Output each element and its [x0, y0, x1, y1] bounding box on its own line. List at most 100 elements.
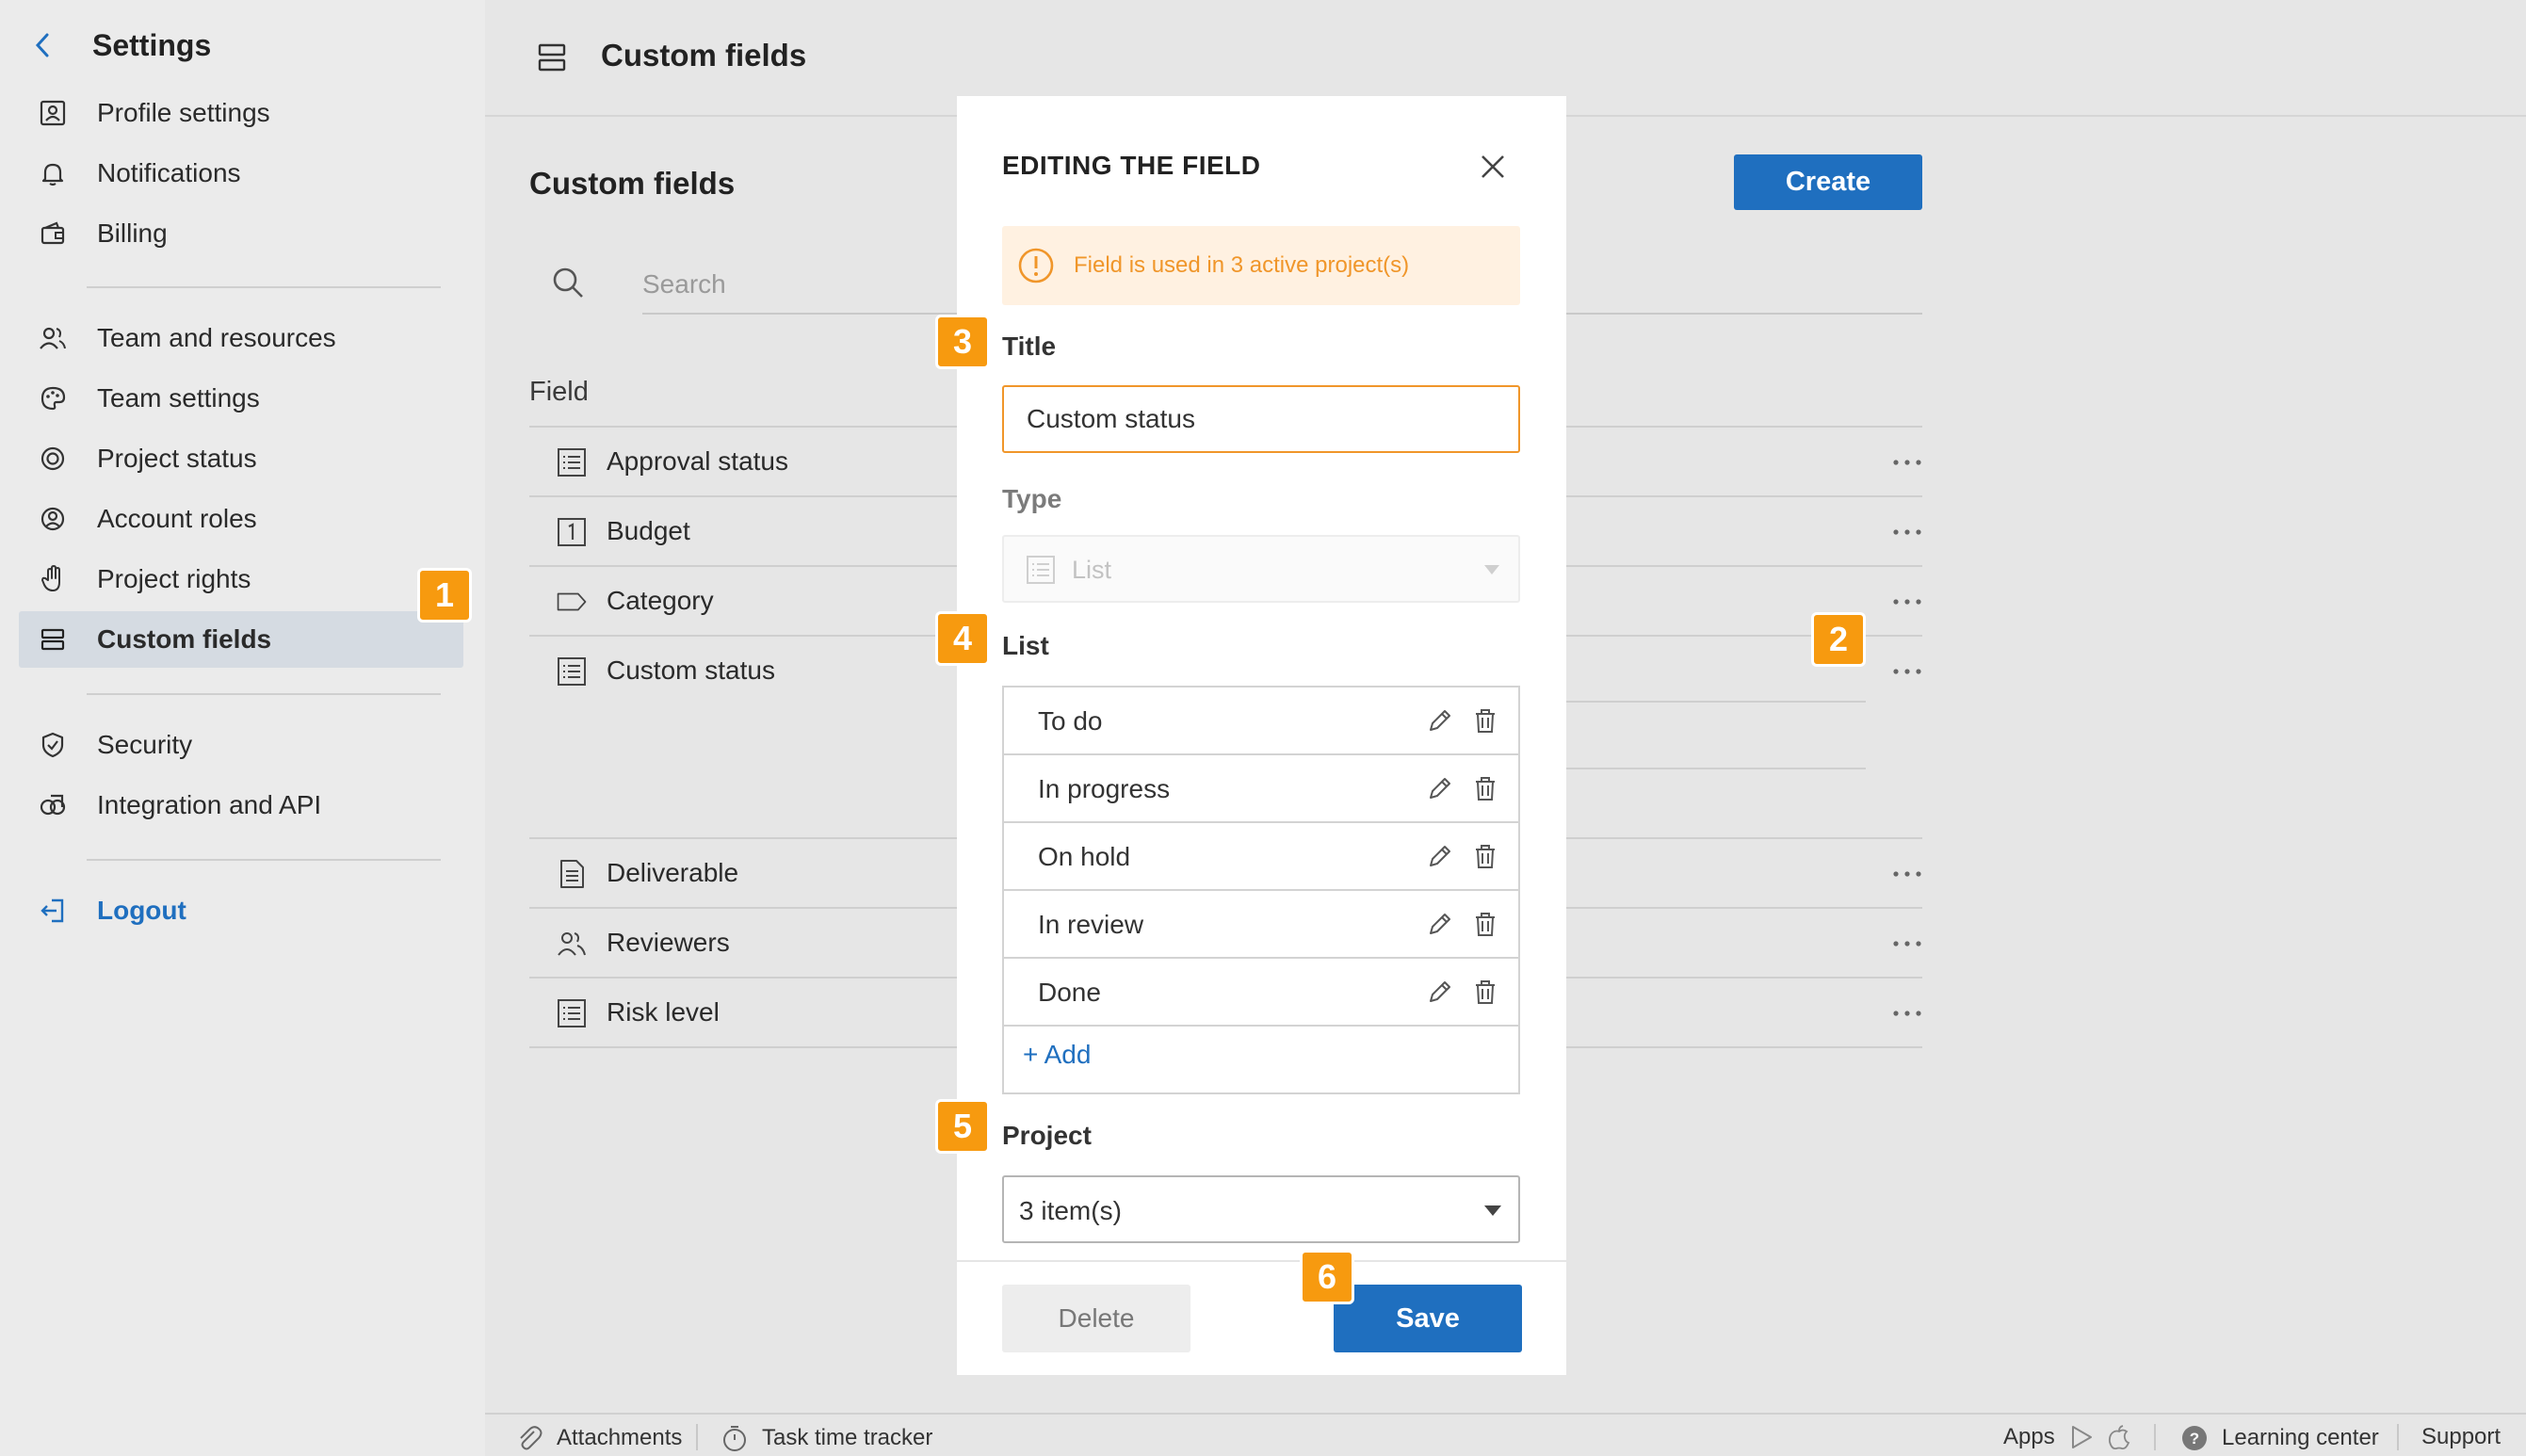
create-button[interactable]: Create	[1734, 154, 1922, 210]
pencil-icon[interactable]	[1426, 978, 1454, 1006]
step-badge-6: 6	[1300, 1250, 1354, 1304]
sidebar-item-integration-and-api[interactable]: Integration and API	[19, 777, 463, 833]
sidebar-item-notifications[interactable]: Notifications	[19, 145, 463, 202]
search-input[interactable]: Search	[642, 269, 726, 299]
close-icon[interactable]	[1477, 151, 1509, 183]
list-item-label: On hold	[1038, 842, 1131, 871]
pencil-icon[interactable]	[1426, 774, 1454, 802]
step-badge-4: 4	[935, 611, 990, 666]
project-select[interactable]: 3 item(s)	[1002, 1175, 1520, 1243]
list-item: In review	[1004, 891, 1518, 959]
learning-center-button[interactable]: ? Learning center	[2180, 1424, 2379, 1452]
play-store-icon	[2071, 1426, 2092, 1448]
more-options-icon[interactable]	[1891, 588, 1923, 616]
learning-center-label: Learning center	[2222, 1425, 2379, 1450]
sub-row-divider	[1549, 701, 1866, 703]
section-title: Custom fields	[529, 166, 736, 201]
more-options-icon[interactable]	[1891, 999, 1923, 1027]
list-item-label: In progress	[1038, 774, 1171, 803]
pencil-icon[interactable]	[1426, 706, 1454, 735]
list-item: In progress	[1004, 755, 1518, 823]
sidebar-item-label: Security	[97, 730, 193, 759]
type-select: List	[1002, 535, 1520, 603]
sidebar-divider	[87, 286, 441, 288]
dialog-title: EDITING THE FIELD	[1002, 151, 1261, 180]
list-icon	[1027, 556, 1055, 584]
search-icon	[553, 267, 583, 298]
list-item-label: In review	[1038, 910, 1144, 939]
sidebar-item-account-roles[interactable]: Account roles	[19, 491, 463, 547]
trash-icon[interactable]	[1471, 910, 1499, 938]
sidebar-item-profile-settings[interactable]: Profile settings	[19, 85, 463, 141]
more-options-icon[interactable]	[1891, 518, 1923, 546]
sidebar-item-billing[interactable]: Billing	[19, 205, 463, 262]
attachments-button[interactable]: Attachments	[515, 1424, 682, 1452]
column-header-field: Field	[529, 377, 589, 407]
sidebar-item-team-and-resources[interactable]: Team and resources	[19, 310, 463, 366]
row-label: Approval status	[607, 446, 788, 476]
title-field[interactable]: Custom status	[1002, 385, 1520, 453]
add-option-link[interactable]: + Add	[1023, 1040, 1091, 1070]
shield-icon	[37, 729, 69, 761]
list-item: On hold	[1004, 823, 1518, 891]
team-icon	[37, 322, 69, 354]
step-badge-3: 3	[935, 315, 990, 369]
document-icon	[560, 860, 584, 888]
delete-button[interactable]: Delete	[1002, 1285, 1190, 1352]
sidebar-item-security[interactable]: Security	[19, 717, 463, 773]
bell-icon	[37, 157, 69, 189]
save-button[interactable]: Save	[1334, 1285, 1522, 1352]
more-options-icon[interactable]	[1891, 657, 1923, 686]
list-icon	[558, 657, 586, 686]
step-badge-2: 2	[1811, 612, 1866, 667]
bottom-toolbar: Attachments Task time tracker Apps ? Lea…	[485, 1413, 2526, 1456]
type-label: Type	[1002, 484, 1062, 513]
type-value: List	[1072, 556, 1112, 584]
logout-link[interactable]: Logout	[19, 882, 463, 939]
support-link[interactable]: Support	[2421, 1424, 2501, 1450]
user-circle-icon	[37, 503, 69, 535]
usage-warning: Field is used in 3 active project(s)	[1002, 226, 1520, 305]
pencil-icon[interactable]	[1426, 910, 1454, 938]
list-icon	[558, 999, 586, 1027]
list-options: To do In progress On hold In review Done…	[1002, 686, 1520, 1094]
footer-divider	[696, 1424, 698, 1450]
more-options-icon[interactable]	[1891, 930, 1923, 958]
sidebar-item-project-status[interactable]: Project status	[19, 430, 463, 487]
task-time-tracker-label: Task time tracker	[762, 1425, 933, 1450]
task-time-tracker-button[interactable]: Task time tracker	[721, 1424, 932, 1452]
list-item-label: To do	[1038, 706, 1103, 736]
sidebar-item-label: Billing	[97, 218, 168, 248]
profile-card-icon	[37, 97, 69, 129]
row-label: Budget	[607, 516, 690, 545]
trash-icon[interactable]	[1471, 706, 1499, 735]
row-label: Deliverable	[607, 858, 739, 887]
tag-icon	[557, 592, 587, 611]
sidebar-item-custom-fields[interactable]: Custom fields	[19, 611, 463, 668]
row-label: Reviewers	[607, 928, 730, 957]
footer-divider	[2397, 1424, 2399, 1450]
back-arrow-icon[interactable]	[28, 31, 57, 59]
sidebar-item-team-settings[interactable]: Team settings	[19, 370, 463, 427]
sidebar-divider	[87, 859, 441, 861]
sidebar-item-label: Custom fields	[97, 624, 272, 654]
edit-field-dialog: EDITING THE FIELD Field is used in 3 act…	[957, 96, 1566, 1375]
sidebar-item-label: Team settings	[97, 383, 260, 413]
apps-label: Apps	[2003, 1424, 2055, 1449]
page-title: Custom fields	[601, 38, 807, 73]
more-options-icon[interactable]	[1891, 860, 1923, 888]
wallet-icon	[37, 218, 69, 250]
fields-stack-icon	[538, 43, 566, 72]
sidebar-item-project-rights[interactable]: Project rights	[19, 551, 463, 607]
list-item-label: Done	[1038, 978, 1101, 1007]
sidebar-item-label: Project rights	[97, 564, 251, 593]
sidebar-item-label: Profile settings	[97, 98, 270, 127]
more-options-icon[interactable]	[1891, 448, 1923, 477]
chevron-down-icon	[1484, 1205, 1501, 1216]
sidebar-divider	[87, 693, 441, 695]
trash-icon[interactable]	[1471, 774, 1499, 802]
trash-icon[interactable]	[1471, 978, 1499, 1006]
pencil-icon[interactable]	[1426, 842, 1454, 870]
trash-icon[interactable]	[1471, 842, 1499, 870]
apps-button[interactable]: Apps	[2003, 1424, 2132, 1450]
